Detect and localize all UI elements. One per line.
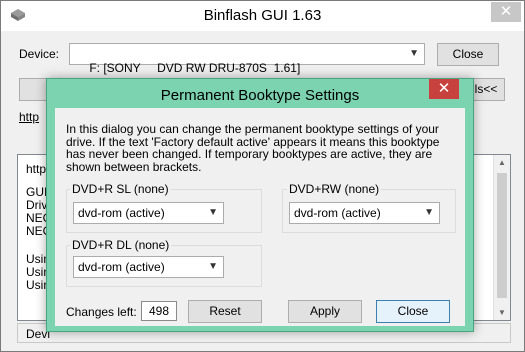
chevron-down-icon: ▼ (409, 48, 419, 59)
scroll-down-icon[interactable]: ▼ (498, 308, 506, 317)
window-title: Binflash GUI 1.63 (203, 7, 322, 24)
dialog-body: In this dialog you can change the perman… (55, 108, 465, 326)
dialog-close-button[interactable]: Close (376, 300, 450, 323)
select-value: dvd-rom (active) (78, 206, 165, 220)
log-scrollbar[interactable]: ▲ ▼ (493, 155, 510, 320)
dialog-intro-text: In this dialog you can change the perman… (66, 122, 440, 174)
device-select-value: F: [SONY DVD RW DRU-870S 1.61] (89, 61, 301, 75)
changes-left-label: Changes left: (66, 305, 137, 319)
select-dvd-plus-rw[interactable]: dvd-rom (active) ▼ (289, 202, 440, 224)
reset-button[interactable]: Reset (188, 300, 262, 323)
scroll-thumb[interactable] (497, 173, 507, 298)
select-value: dvd-rom (active) (294, 206, 381, 220)
chevron-down-icon: ▼ (208, 261, 218, 272)
chevron-down-icon: ▼ (208, 207, 218, 218)
dialog-title: Permanent Booktype Settings (160, 87, 360, 104)
scroll-up-icon[interactable]: ▲ (498, 158, 506, 167)
url-link[interactable]: http (19, 110, 39, 124)
booktype-dialog: Permanent Booktype Settings ✕ In this di… (46, 78, 474, 332)
dialog-close-icon[interactable]: ✕ (429, 79, 459, 99)
main-close-button[interactable]: Close (437, 43, 499, 66)
select-dvd-plus-r-sl[interactable]: dvd-rom (active) ▼ (73, 202, 224, 224)
device-label: Device: (19, 47, 60, 61)
group-label-dvd-plus-rw: DVD+RW (none) (287, 182, 382, 196)
device-select[interactable]: F: [SONY DVD RW DRU-870S 1.61] ▼ (69, 43, 425, 75)
apply-button[interactable]: Apply (288, 300, 362, 323)
chevron-down-icon: ▼ (424, 207, 434, 218)
main-title-bar: Binflash GUI 1.63 ✕ (1, 1, 524, 31)
group-label-dvd-plus-r-sl: DVD+R SL (none) (70, 182, 171, 196)
group-label-dvd-plus-r-dl: DVD+R DL (none) (70, 238, 172, 252)
select-value: dvd-rom (active) (78, 260, 165, 274)
select-dvd-plus-r-dl[interactable]: dvd-rom (active) ▼ (73, 256, 224, 278)
changes-left-value: 498 (141, 301, 177, 321)
log-line: GUI (26, 185, 48, 199)
window-close-button[interactable]: ✕ (491, 2, 521, 22)
